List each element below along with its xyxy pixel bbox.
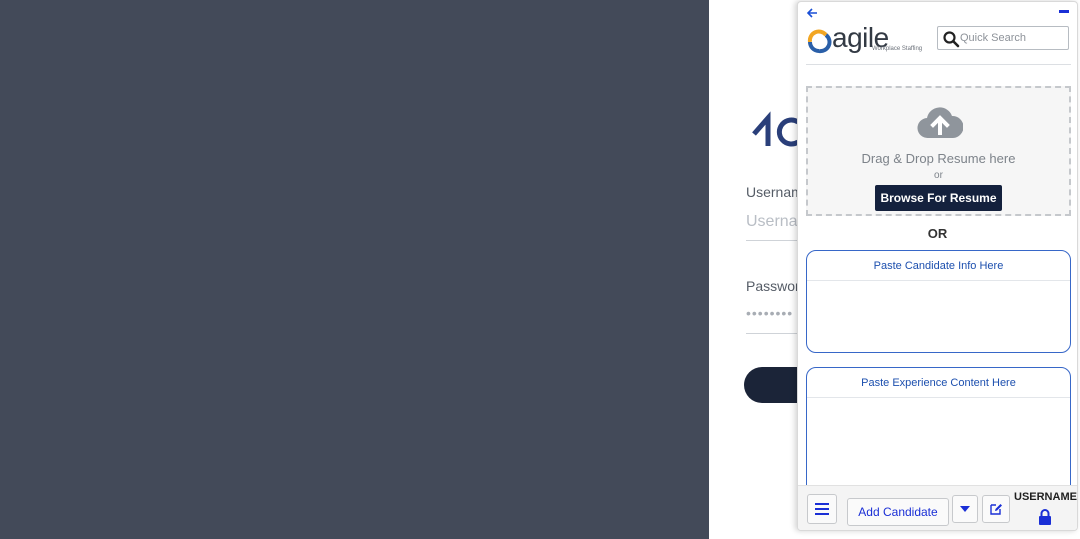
username-label: USERNAME bbox=[1014, 491, 1077, 503]
background-username-input[interactable]: Userna bbox=[746, 213, 798, 231]
header-divider bbox=[806, 64, 1071, 65]
panel-footer: Add Candidate USERNAME bbox=[798, 485, 1077, 530]
browse-resume-button[interactable]: Browse For Resume bbox=[875, 185, 1002, 211]
candidate-info-header: Paste Candidate Info Here bbox=[807, 251, 1070, 281]
dark-overlay-pane bbox=[0, 0, 709, 539]
minimize-icon[interactable] bbox=[1059, 10, 1069, 13]
cloud-upload-icon bbox=[917, 107, 963, 139]
caret-down-icon bbox=[960, 506, 970, 512]
edit-icon bbox=[990, 504, 1002, 515]
search-icon bbox=[943, 31, 960, 48]
candidate-info-textarea[interactable] bbox=[807, 281, 1070, 351]
menu-button[interactable] bbox=[807, 494, 837, 524]
dropzone-or: or bbox=[934, 170, 943, 181]
candidate-info-box: Paste Candidate Info Here bbox=[806, 250, 1071, 353]
add-candidate-button[interactable]: Add Candidate bbox=[847, 498, 949, 526]
background-password-input[interactable]: •••••••• bbox=[746, 305, 793, 321]
resume-dropzone[interactable]: Drag & Drop Resume here or Browse For Re… bbox=[806, 86, 1071, 216]
quick-search[interactable] bbox=[937, 26, 1069, 50]
brand-tagline: Workplace Staffing bbox=[872, 46, 923, 52]
back-arrow-icon[interactable] bbox=[806, 6, 822, 22]
background-username-label: Usernam bbox=[746, 184, 803, 200]
quick-search-input[interactable] bbox=[960, 29, 1066, 47]
lock-icon[interactable] bbox=[1038, 509, 1052, 525]
menu-icon bbox=[815, 503, 829, 515]
brand-logo: agile Workplace Staffing bbox=[806, 22, 922, 56]
extension-panel: agile Workplace Staffing Drag & Drop Res… bbox=[797, 1, 1078, 531]
dropzone-text: Drag & Drop Resume here bbox=[861, 151, 1016, 166]
background-logo-icon bbox=[752, 111, 800, 147]
experience-content-header: Paste Experience Content Here bbox=[807, 368, 1070, 398]
or-divider: OR bbox=[927, 226, 948, 241]
brand-swirl-icon bbox=[807, 29, 832, 54]
edit-button[interactable] bbox=[982, 495, 1010, 523]
add-options-dropdown-button[interactable] bbox=[952, 495, 978, 523]
